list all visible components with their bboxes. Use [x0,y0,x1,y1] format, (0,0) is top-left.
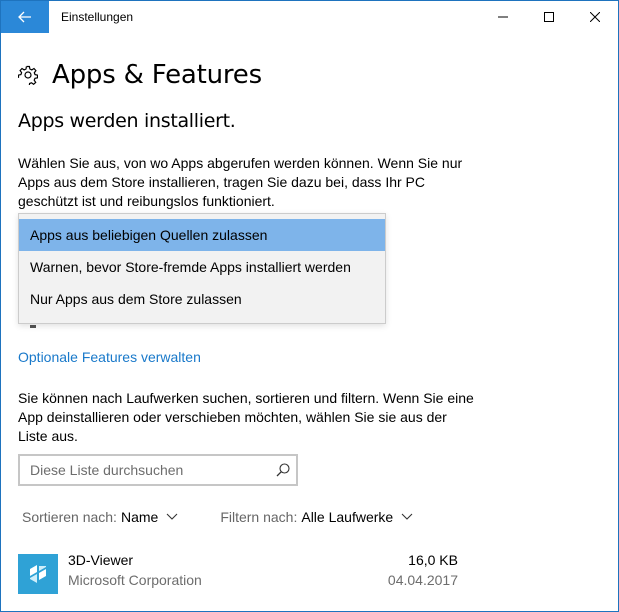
sort-filter-row: Sortieren nach: Name Filtern nach: Alle … [22,509,413,525]
app-info: 3D-Viewer Microsoft Corporation [68,551,202,595]
filter-value: Alle Laufwerke [301,509,394,525]
back-arrow-icon [18,11,31,23]
chevron-down-icon [401,513,413,520]
sort-label: Sortieren nach: [22,509,117,525]
install-description: Wählen Sie aus, von wo Apps abgerufen we… [18,155,463,209]
search-box[interactable] [18,454,298,486]
search-icon[interactable] [276,463,290,477]
optional-features-link[interactable]: Optionale Features verwalten [18,349,201,365]
option-warn-before[interactable]: Warnen, bevor Store-fremde Apps installi… [19,251,385,283]
gear-icon [18,65,38,85]
maximize-icon [544,12,554,22]
option-store-only[interactable]: Nur Apps aus dem Store zulassen [19,283,385,315]
window-title: Einstellungen [61,10,134,24]
back-button[interactable] [1,1,49,33]
close-button[interactable] [572,1,618,33]
dropdown-underlying-text [30,325,36,328]
app-list-item[interactable]: 3D-Viewer Microsoft Corporation 16,0 KB … [18,551,458,595]
minimize-icon [498,16,508,18]
page-header: Apps & Features [18,60,262,90]
chevron-down-icon [166,513,178,520]
title-bar: Einstellungen [1,1,618,33]
app-meta: 16,0 KB 04.04.2017 [388,551,458,591]
filter-label: Filtern nach: [220,509,298,525]
window-controls [480,1,618,33]
3d-viewer-icon [30,565,46,583]
sort-dropdown[interactable]: Sortieren nach: Name [22,509,178,525]
install-section-heading: Apps werden installiert. [18,110,236,132]
filter-dropdown[interactable]: Filtern nach: Alle Laufwerke [220,509,413,525]
install-source-dropdown[interactable]: Apps aus beliebigen Quellen zulassen War… [18,213,386,324]
option-any-source[interactable]: Apps aus beliebigen Quellen zulassen [19,219,385,251]
app-name: 3D-Viewer [68,552,134,568]
app-tile [18,554,58,594]
search-input[interactable] [30,462,270,478]
app-date: 04.04.2017 [387,572,458,588]
settings-window: Einstellungen Apps & Features Apps werde… [0,0,619,612]
minimize-button[interactable] [480,1,526,33]
maximize-button[interactable] [526,1,572,33]
sort-value: Name [120,509,159,525]
app-size: 16,0 KB [408,552,458,568]
close-icon [590,12,600,22]
page-title: Apps & Features [52,60,262,90]
list-description: Sie können nach Laufwerken suchen, sorti… [18,390,474,444]
app-publisher: Microsoft Corporation [68,572,202,588]
dropdown-options: Apps aus beliebigen Quellen zulassen War… [19,214,385,315]
